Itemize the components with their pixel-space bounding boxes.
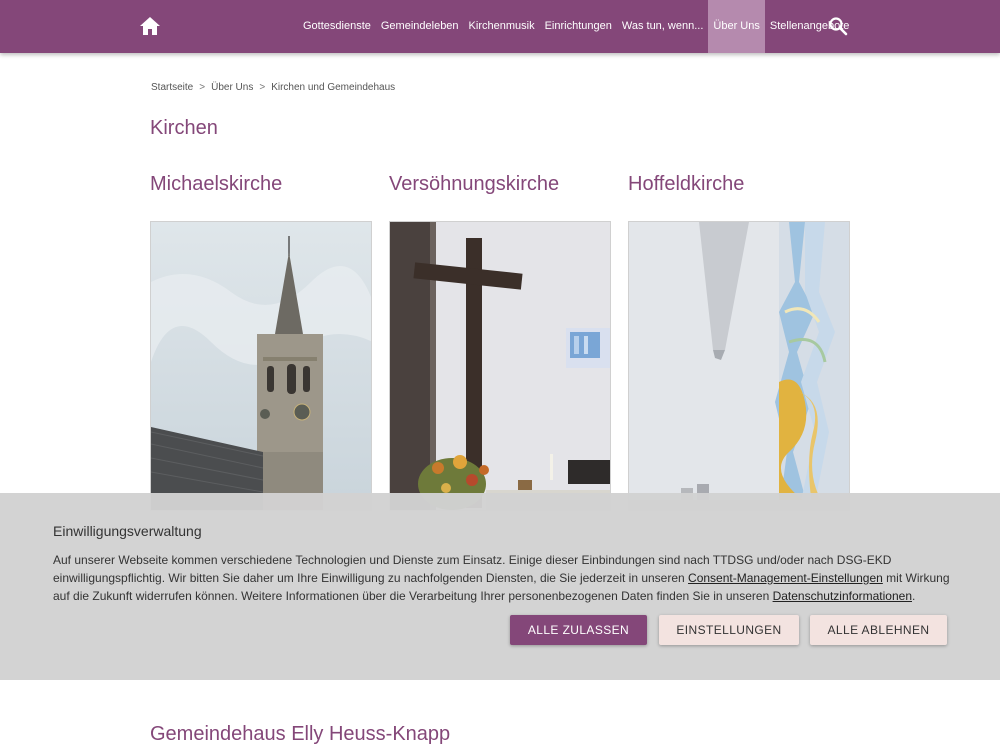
search-icon[interactable] <box>828 16 848 36</box>
consent-title: Einwilligungsverwaltung <box>53 523 202 539</box>
church-title[interactable]: Versöhnungskirche <box>389 173 611 221</box>
nav-item-gottesdienste[interactable]: Gottesdienste <box>298 0 376 53</box>
home-icon[interactable] <box>139 16 161 36</box>
consent-text-part: . <box>912 589 916 603</box>
nav-item-gemeindeleben[interactable]: Gemeindeleben <box>376 0 464 53</box>
nav-item-was-tun-wenn[interactable]: Was tun, wenn... <box>617 0 709 53</box>
nav-item-einrichtungen[interactable]: Einrichtungen <box>540 0 617 53</box>
main-nav: Gottesdienste Gemeindeleben Kirchenmusik… <box>298 0 854 53</box>
church-card-versoehnungskirche: Versöhnungskirche <box>389 173 611 511</box>
church-card-hoffeldkirche: Hoffeldkirche <box>628 173 850 511</box>
settings-button[interactable]: EINSTELLUNGEN <box>659 615 799 645</box>
breadcrumb-separator: > <box>259 82 266 93</box>
page-title: Kirchen <box>150 117 218 139</box>
church-photo-hoffeldkirche[interactable] <box>628 221 850 511</box>
church-title[interactable]: Hoffeldkirche <box>628 173 850 221</box>
nav-item-ueber-uns[interactable]: Über Uns <box>708 0 765 53</box>
breadcrumb-separator: > <box>199 82 206 93</box>
breadcrumb: Startseite > Über Uns > Kirchen und Gemeinde… <box>151 82 395 93</box>
consent-settings-link[interactable]: Consent-Management-Einstellungen <box>688 571 883 585</box>
consent-banner: Einwilligungsverwaltung Auf unserer Webs… <box>0 493 1000 680</box>
church-photo-versoehnungskirche[interactable] <box>389 221 611 511</box>
gemeindehaus-title: Gemeindehaus Elly Heuss-Knapp <box>150 723 451 745</box>
accept-all-button[interactable]: ALLE ZULASSEN <box>510 615 647 645</box>
church-title[interactable]: Michaelskirche <box>150 173 372 221</box>
church-card-michaelskirche: Michaelskirche <box>150 173 372 511</box>
decline-all-button[interactable]: ALLE ABLEHNEN <box>810 615 947 645</box>
church-photo-michaelskirche[interactable] <box>150 221 372 511</box>
breadcrumb-ueber-uns[interactable]: Über Uns <box>211 82 253 93</box>
privacy-link[interactable]: Datenschutzinformationen <box>773 589 912 603</box>
nav-item-kirchenmusik[interactable]: Kirchenmusik <box>464 0 540 53</box>
breadcrumb-startseite[interactable]: Startseite <box>151 82 193 93</box>
breadcrumb-current: Kirchen und Gemeindehaus <box>271 82 396 93</box>
top-navigation-bar: Gottesdienste Gemeindeleben Kirchenmusik… <box>0 0 1000 53</box>
consent-text: Auf unserer Webseite kommen verschiedene… <box>53 551 953 605</box>
